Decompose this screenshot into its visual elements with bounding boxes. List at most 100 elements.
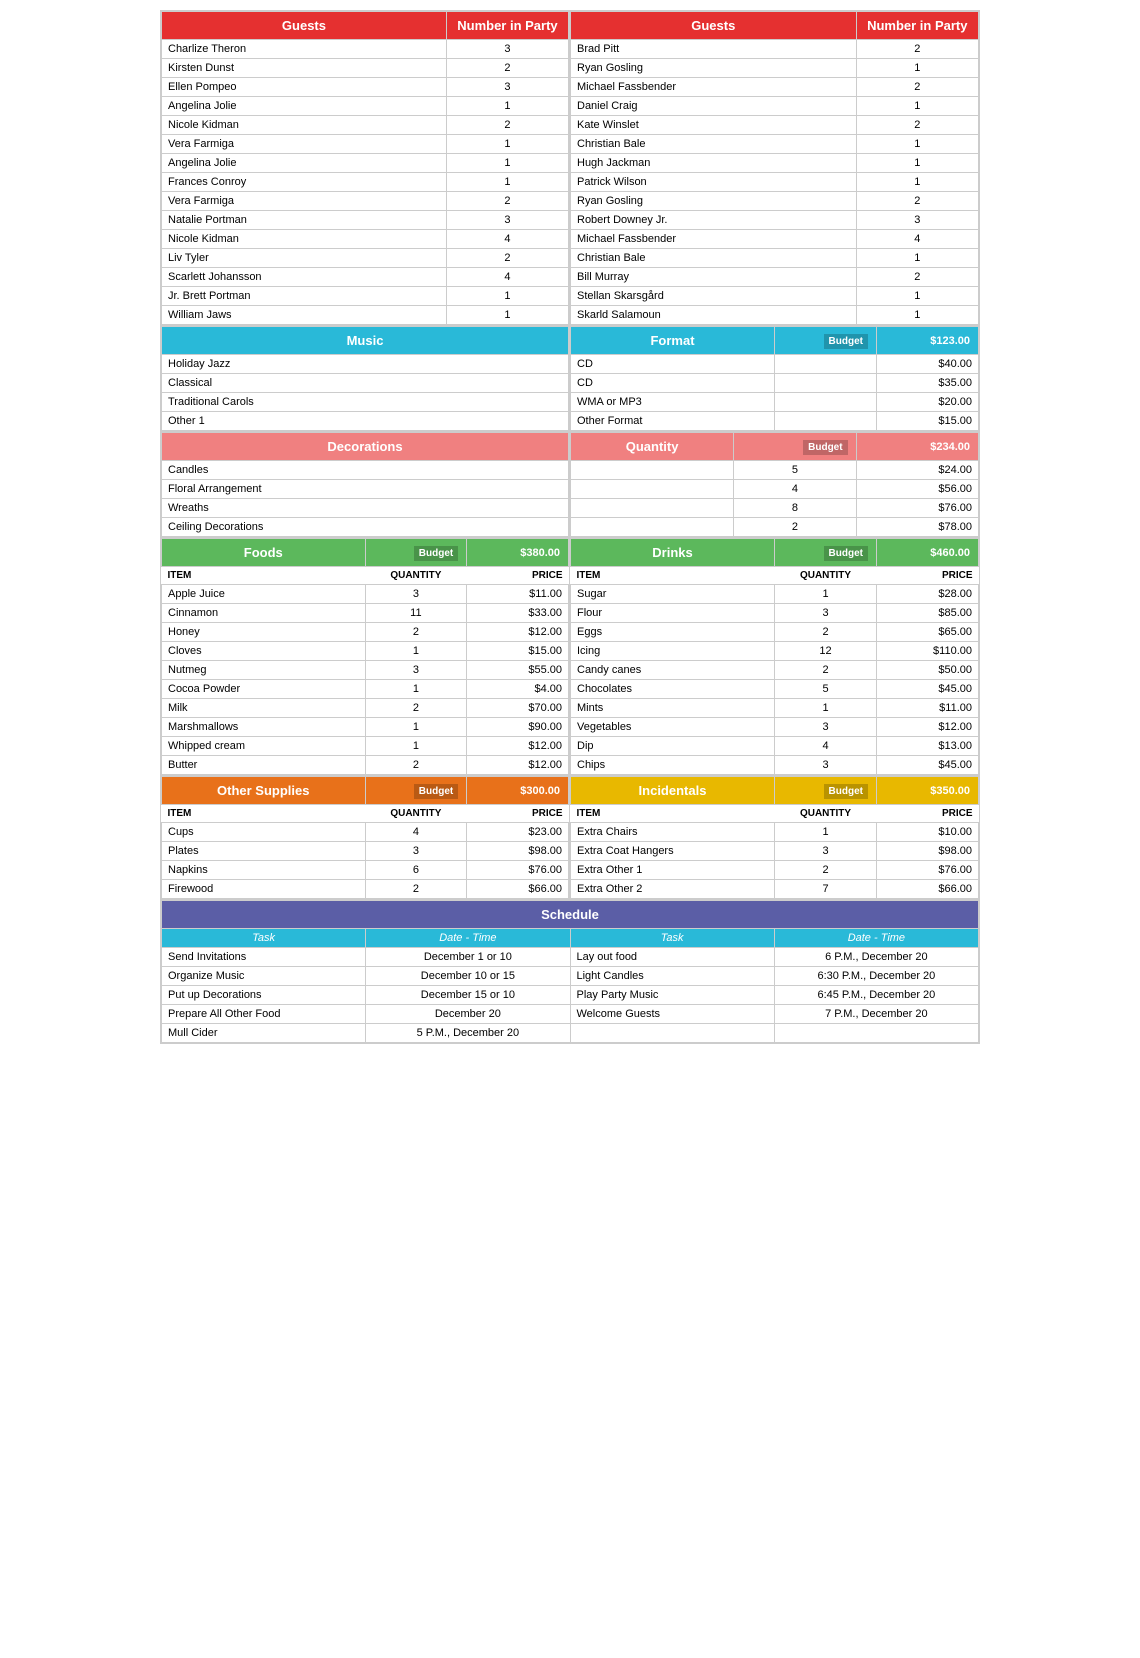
guest-name: Ellen Pompeo	[162, 78, 447, 97]
foods-qty-col: QUANTITY	[365, 567, 467, 585]
quantity-qty: 4	[734, 480, 856, 499]
party-number: 1	[856, 135, 978, 154]
schedule-task-col-left: Task	[162, 929, 366, 948]
supply-item: Plates	[162, 842, 366, 861]
table-row: Brad Pitt2	[571, 40, 979, 59]
quantity-budget-amount: $234.00	[856, 433, 978, 461]
party-number: 2	[446, 249, 568, 268]
food-qty: 1	[365, 718, 467, 737]
party-number: 2	[446, 59, 568, 78]
food-price: $12.00	[467, 737, 569, 756]
party-number: 4	[446, 230, 568, 249]
table-row: Cups4$23.00	[162, 823, 569, 842]
guest-name: Michael Fassbender	[571, 78, 857, 97]
foods-budget-label: Budget	[414, 546, 458, 561]
food-item: Honey	[162, 623, 366, 642]
format-price: $40.00	[877, 355, 979, 374]
table-row: Chips3$45.00	[571, 756, 979, 775]
drink-item: Chips	[571, 756, 775, 775]
party-number: 1	[856, 306, 978, 325]
table-row: Cloves1$15.00	[162, 642, 569, 661]
supplies-qty-col: QUANTITY	[365, 805, 467, 823]
guest-name: Kate Winslet	[571, 116, 857, 135]
party-number: 3	[856, 211, 978, 230]
schedule-task-right: Lay out food	[570, 948, 774, 967]
table-row: Jr. Brett Portman1	[162, 287, 569, 306]
list-item: Candles	[162, 461, 569, 480]
party-number: 4	[856, 230, 978, 249]
party-number: 2	[856, 40, 978, 59]
incidental-qty: 7	[775, 880, 877, 899]
incidental-item: Extra Other 2	[571, 880, 775, 899]
quantity-qty: 2	[734, 518, 856, 537]
party-number: 1	[446, 287, 568, 306]
list-item: Wreaths	[162, 499, 569, 518]
music-item: Other 1	[162, 412, 569, 431]
table-row: Christian Bale1	[571, 249, 979, 268]
food-price: $70.00	[467, 699, 569, 718]
guest-name: Nicole Kidman	[162, 116, 447, 135]
music-item: Holiday Jazz	[162, 355, 569, 374]
format-section: Format Budget $123.00 CD$40.00CD$35.00WM…	[570, 326, 979, 431]
incidentals-budget-label: Budget	[824, 784, 868, 799]
food-qty: 11	[365, 604, 467, 623]
supply-qty: 2	[365, 880, 467, 899]
supply-qty: 3	[365, 842, 467, 861]
format-name: CD	[571, 374, 775, 393]
party-number: 2	[446, 192, 568, 211]
guest-name: Kirsten Dunst	[162, 59, 447, 78]
format-price: $15.00	[877, 412, 979, 431]
drinks-price-col: PRICE	[877, 567, 979, 585]
drink-qty: 12	[775, 642, 877, 661]
other-supplies-section: Other Supplies Budget $300.00 ITEM QUANT…	[161, 776, 570, 899]
party-number: 3	[446, 78, 568, 97]
format-name: CD	[571, 355, 775, 374]
schedule-datetime-right	[774, 1024, 978, 1043]
table-row: Marshmallows1$90.00	[162, 718, 569, 737]
list-item: 5$24.00	[571, 461, 979, 480]
guests-right-party-header: Number in Party	[856, 12, 978, 40]
table-row: Vegetables3$12.00	[571, 718, 979, 737]
table-row: Daniel Craig1	[571, 97, 979, 116]
food-price: $11.00	[467, 585, 569, 604]
format-budget-label: Budget	[824, 334, 868, 349]
guests-section: Guests Number in Party Charlize Theron3K…	[161, 11, 979, 326]
list-item: 8$76.00	[571, 499, 979, 518]
guest-name: Scarlett Johansson	[162, 268, 447, 287]
food-item: Cocoa Powder	[162, 680, 366, 699]
party-number: 1	[446, 97, 568, 116]
drink-qty: 5	[775, 680, 877, 699]
schedule-task-col-right: Task	[570, 929, 774, 948]
party-number: 1	[856, 59, 978, 78]
incidentals-budget-amount: $350.00	[877, 777, 979, 805]
guest-name: Vera Farmiga	[162, 135, 447, 154]
drink-qty: 2	[775, 623, 877, 642]
page-container: Guests Number in Party Charlize Theron3K…	[160, 10, 980, 1044]
format-price: $20.00	[877, 393, 979, 412]
guest-name: Liv Tyler	[162, 249, 447, 268]
table-row: Whipped cream1$12.00	[162, 737, 569, 756]
table-row: Michael Fassbender4	[571, 230, 979, 249]
format-price: $35.00	[877, 374, 979, 393]
party-number: 1	[446, 154, 568, 173]
supplies-item-col: ITEM	[162, 805, 366, 823]
food-price: $55.00	[467, 661, 569, 680]
table-row: Honey2$12.00	[162, 623, 569, 642]
supply-item: Cups	[162, 823, 366, 842]
schedule-datetime-right: 7 P.M., December 20	[774, 1005, 978, 1024]
table-row: Scarlett Johansson4	[162, 268, 569, 287]
music-format-section: Music Holiday JazzClassicalTraditional C…	[161, 326, 979, 432]
table-row: Chocolates5$45.00	[571, 680, 979, 699]
table-row: Christian Bale1	[571, 135, 979, 154]
schedule-task-left: Mull Cider	[162, 1024, 366, 1043]
table-row: Patrick Wilson1	[571, 173, 979, 192]
supply-price: $66.00	[467, 880, 569, 899]
incidentals-price-col: PRICE	[877, 805, 979, 823]
food-qty: 1	[365, 680, 467, 699]
supplies-incidentals-section: Other Supplies Budget $300.00 ITEM QUANT…	[161, 776, 979, 900]
list-item: 2$78.00	[571, 518, 979, 537]
food-qty: 2	[365, 756, 467, 775]
food-price: $4.00	[467, 680, 569, 699]
food-item: Cloves	[162, 642, 366, 661]
table-row: Plates3$98.00	[162, 842, 569, 861]
